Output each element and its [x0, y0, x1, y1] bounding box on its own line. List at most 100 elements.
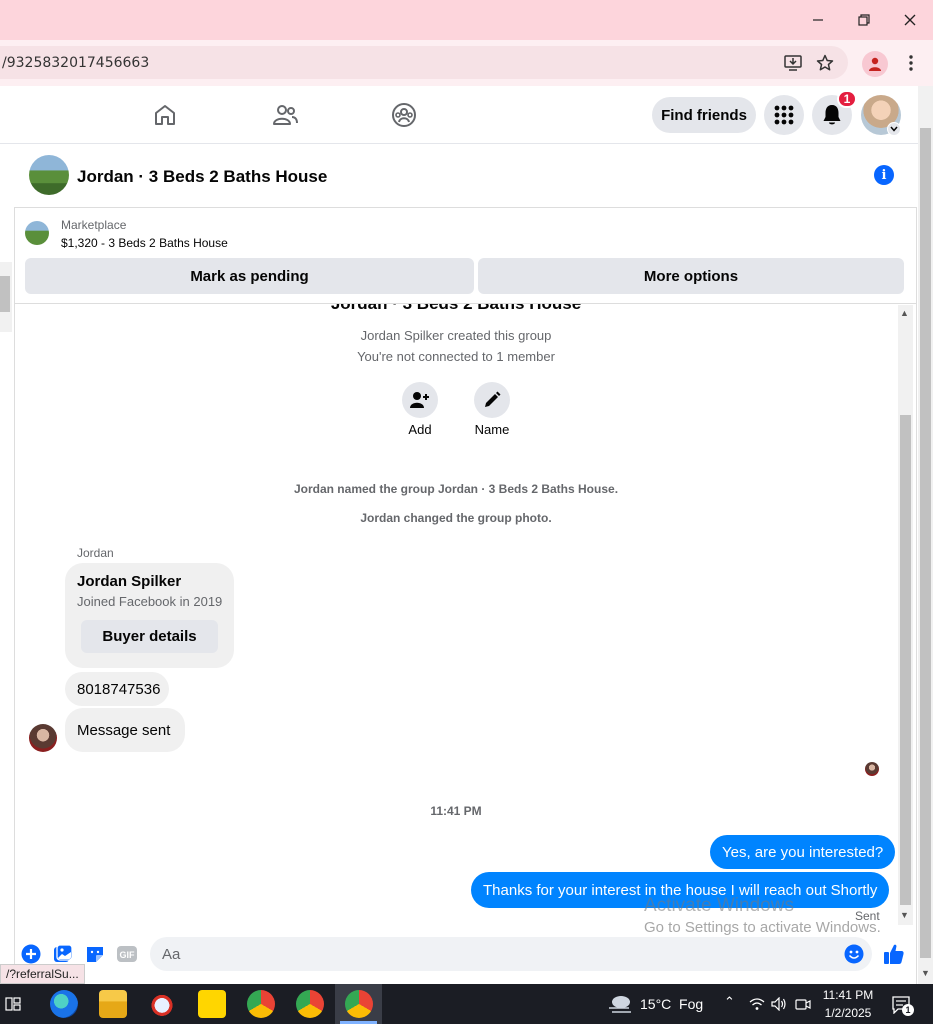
- menu-button[interactable]: [764, 95, 804, 135]
- message-timestamp: 11:41 PM: [430, 804, 482, 818]
- profile-button[interactable]: [862, 51, 888, 77]
- restore-icon: [858, 14, 870, 26]
- listing-title[interactable]: $1,320 - 3 Beds 2 Baths House: [61, 236, 228, 250]
- file-explorer-taskbar-icon[interactable]: [99, 990, 127, 1018]
- chrome-taskbar-icon-1[interactable]: [247, 990, 275, 1018]
- gif-icon: GIF: [117, 946, 137, 962]
- sticker-button[interactable]: [84, 943, 106, 965]
- card-joined: Joined Facebook in 2019: [77, 594, 223, 609]
- install-app-icon: [784, 55, 802, 71]
- restore-button[interactable]: [852, 8, 876, 32]
- wifi-icon: [749, 998, 765, 1010]
- listing-thumbnail[interactable]: [25, 221, 49, 245]
- weather-text[interactable]: 15°C Fog: [640, 996, 703, 1012]
- card-name[interactable]: Jordan Spilker: [77, 573, 181, 590]
- volume-button[interactable]: [770, 996, 788, 1012]
- add-person-icon: [410, 392, 429, 408]
- chat-scrollbar-thumb[interactable]: [900, 415, 911, 905]
- message-bubble-sent[interactable]: Message sent: [65, 708, 185, 752]
- emoji-icon: [844, 944, 864, 964]
- outgoing-message-1[interactable]: Yes, are you interested?: [710, 835, 896, 869]
- photo-icon: [54, 944, 73, 962]
- browser-menu-button[interactable]: [900, 52, 922, 74]
- message-sent-text: Message sent: [77, 721, 171, 739]
- grid-menu-icon: [774, 105, 794, 125]
- install-app-button[interactable]: [782, 52, 804, 74]
- page-scroll-down-arrow[interactable]: ▼: [921, 968, 930, 978]
- scroll-down-arrow[interactable]: ▼: [900, 910, 909, 920]
- close-icon: [904, 14, 916, 26]
- nav-home[interactable]: [145, 98, 185, 132]
- intro-title-clip: Jordan · 3 Beds 2 Baths House: [14, 304, 898, 316]
- event-group-named: Jordan named the group Jordan · 3 Beds 2…: [293, 482, 619, 496]
- find-friends-button[interactable]: Find friends: [652, 97, 756, 133]
- plus-circle-icon: [21, 944, 41, 964]
- clock-date[interactable]: 1/2/2025: [822, 1006, 874, 1020]
- intro-title: Jordan · 3 Beds 2 Baths House: [14, 304, 898, 314]
- sender-name: Jordan: [77, 546, 114, 560]
- seen-avatar: [865, 762, 879, 776]
- svg-text:GIF: GIF: [120, 950, 136, 960]
- message-phone-text: 8018747536: [77, 680, 161, 698]
- fog-icon: [609, 996, 631, 1013]
- name-group-button[interactable]: [474, 382, 510, 418]
- kebab-menu-icon: [909, 55, 913, 71]
- scroll-up-arrow[interactable]: ▲: [900, 308, 909, 318]
- minimize-button[interactable]: [806, 8, 830, 32]
- profile-icon: [869, 57, 881, 71]
- chevron-down-icon: [890, 126, 898, 132]
- sender-avatar[interactable]: [29, 724, 57, 752]
- home-icon: [155, 105, 175, 125]
- address-url[interactable]: /9325832017456663: [2, 55, 149, 71]
- message-input[interactable]: [150, 937, 872, 971]
- name-label: Name: [474, 422, 510, 437]
- task-view-icon: [5, 997, 21, 1011]
- sticky-notes-taskbar-icon[interactable]: [198, 990, 226, 1018]
- clock-time[interactable]: 11:41 PM: [822, 988, 874, 1002]
- buyer-details-button[interactable]: Buyer details: [81, 620, 218, 653]
- more-options-button[interactable]: More options: [478, 258, 904, 294]
- window-titlebar: [0, 0, 933, 40]
- close-window-button[interactable]: [898, 8, 922, 32]
- not-connected-text: You're not connected to 1 member: [357, 349, 555, 364]
- created-by-text: Jordan Spilker created this group: [360, 328, 552, 343]
- more-actions-button[interactable]: [20, 943, 42, 965]
- message-bubble-phone[interactable]: 8018747536: [65, 672, 169, 706]
- bookmark-button[interactable]: [814, 52, 836, 74]
- notification-badge: 1: [837, 90, 857, 108]
- speaker-icon: [771, 997, 786, 1011]
- outgoing-message-1-text: Yes, are you interested?: [722, 843, 884, 861]
- meet-now-button[interactable]: [794, 996, 812, 1012]
- marketplace-label: Marketplace: [61, 218, 127, 232]
- star-icon: [816, 54, 834, 71]
- mark-as-pending-button[interactable]: Mark as pending: [25, 258, 474, 294]
- message-input-placeholder[interactable]: Aa: [162, 946, 180, 963]
- activate-windows-watermark: Activate Windows: [644, 895, 794, 916]
- minimize-icon: [813, 19, 823, 21]
- info-icon[interactable]: i: [874, 165, 894, 185]
- sticker-icon: [87, 947, 103, 962]
- wifi-button[interactable]: [748, 996, 766, 1012]
- like-button[interactable]: [882, 942, 906, 966]
- chrome-taskbar-icon-2[interactable]: [296, 990, 324, 1018]
- chrome-taskbar-icon-3[interactable]: [345, 990, 373, 1018]
- group-photo[interactable]: [29, 155, 69, 195]
- add-label: Add: [408, 422, 432, 437]
- chat-title[interactable]: Jordan · 3 Beds 2 Baths House: [77, 167, 327, 187]
- emoji-button[interactable]: [843, 943, 865, 965]
- task-view-button[interactable]: [2, 992, 24, 1016]
- add-member-button[interactable]: [402, 382, 438, 418]
- page-scrollbar-thumb[interactable]: [0, 276, 10, 312]
- page-scrollbar-right-thumb[interactable]: [920, 128, 931, 958]
- show-hidden-icons[interactable]: ⌃: [724, 994, 735, 1010]
- gif-button[interactable]: GIF: [116, 943, 138, 965]
- weather-widget[interactable]: [606, 992, 634, 1016]
- status-url: /?referralSu...: [0, 964, 85, 984]
- attach-photo-button[interactable]: [52, 943, 74, 965]
- pencil-icon: [485, 391, 501, 407]
- account-chevron[interactable]: [887, 122, 901, 136]
- edge-taskbar-icon[interactable]: [50, 990, 78, 1018]
- nav-friends[interactable]: [265, 98, 305, 132]
- snipping-taskbar-icon[interactable]: [148, 990, 176, 1018]
- nav-groups[interactable]: [384, 98, 424, 132]
